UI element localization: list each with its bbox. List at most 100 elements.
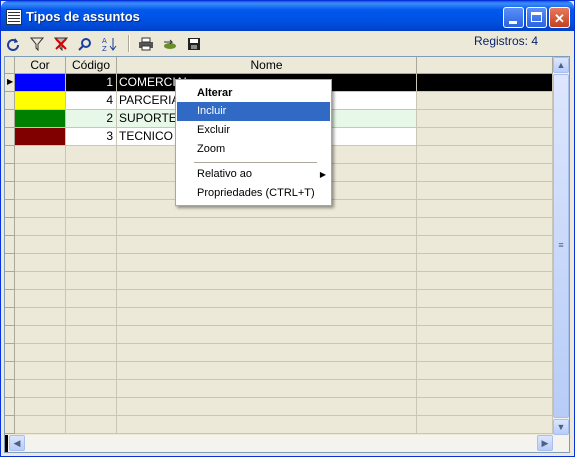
menu-item-zoom[interactable]: Zoom bbox=[177, 140, 330, 159]
cell-name[interactable] bbox=[117, 254, 417, 272]
cell-name[interactable] bbox=[117, 308, 417, 326]
row-selector[interactable] bbox=[5, 92, 15, 110]
row-selector[interactable] bbox=[5, 326, 15, 344]
cell-code[interactable] bbox=[66, 326, 117, 344]
cell-name[interactable] bbox=[117, 380, 417, 398]
row-selector[interactable] bbox=[5, 398, 15, 416]
cell-code[interactable] bbox=[66, 344, 117, 362]
maximize-button[interactable] bbox=[526, 7, 547, 28]
row-selector[interactable] bbox=[5, 290, 15, 308]
row-selector[interactable] bbox=[5, 416, 15, 434]
cell-code[interactable] bbox=[66, 236, 117, 254]
cell-code[interactable]: 1 bbox=[66, 74, 117, 92]
cell-code[interactable] bbox=[66, 362, 117, 380]
scroll-thumb[interactable]: ≡ bbox=[553, 74, 569, 418]
row-selector[interactable] bbox=[5, 236, 15, 254]
menu-item-propriedades[interactable]: Propriedades (CTRL+T) bbox=[177, 184, 330, 203]
cell-color[interactable] bbox=[15, 326, 66, 344]
row-selector[interactable] bbox=[5, 380, 15, 398]
row-selector[interactable] bbox=[5, 128, 15, 146]
menu-item-incluir[interactable]: Incluir bbox=[177, 102, 330, 121]
cell-color[interactable] bbox=[15, 164, 66, 182]
row-selector[interactable] bbox=[5, 272, 15, 290]
cell-color[interactable] bbox=[15, 362, 66, 380]
cell-color[interactable] bbox=[15, 416, 66, 434]
cell-code[interactable] bbox=[66, 254, 117, 272]
cell-code[interactable] bbox=[66, 398, 117, 416]
cell-color[interactable] bbox=[15, 200, 66, 218]
cell-code[interactable] bbox=[66, 146, 117, 164]
row-selector[interactable] bbox=[5, 164, 15, 182]
cell-code[interactable] bbox=[66, 290, 117, 308]
cell-code[interactable] bbox=[66, 182, 117, 200]
title-bar[interactable]: Tipos de assuntos ✕ bbox=[1, 1, 574, 31]
row-selector[interactable] bbox=[5, 110, 15, 128]
row-selector[interactable] bbox=[5, 362, 15, 380]
cell-color[interactable] bbox=[15, 146, 66, 164]
sort-button[interactable]: AZ bbox=[100, 35, 118, 52]
row-selector[interactable] bbox=[5, 200, 15, 218]
export-button[interactable] bbox=[161, 35, 179, 52]
cell-color[interactable] bbox=[15, 290, 66, 308]
cell-code[interactable] bbox=[66, 272, 117, 290]
cell-code[interactable] bbox=[66, 380, 117, 398]
row-selector[interactable] bbox=[5, 182, 15, 200]
cell-code[interactable]: 3 bbox=[66, 128, 117, 146]
cell-color[interactable] bbox=[15, 272, 66, 290]
cell-name[interactable] bbox=[117, 398, 417, 416]
cell-code[interactable] bbox=[66, 416, 117, 434]
menu-item-excluir[interactable]: Excluir bbox=[177, 121, 330, 140]
scroll-right-button[interactable]: ▶ bbox=[537, 435, 553, 451]
cell-name[interactable] bbox=[117, 272, 417, 290]
print-button[interactable] bbox=[137, 35, 155, 52]
row-selector[interactable]: ▶ bbox=[5, 74, 15, 92]
cell-color[interactable] bbox=[15, 308, 66, 326]
cell-color[interactable] bbox=[15, 254, 66, 272]
search-button[interactable] bbox=[76, 35, 94, 52]
cell-code[interactable]: 2 bbox=[66, 110, 117, 128]
cell-color[interactable] bbox=[15, 128, 66, 146]
cell-code[interactable] bbox=[66, 218, 117, 236]
cell-code[interactable]: 4 bbox=[66, 92, 117, 110]
cell-color[interactable] bbox=[15, 398, 66, 416]
cell-name[interactable] bbox=[117, 218, 417, 236]
close-button[interactable]: ✕ bbox=[549, 7, 570, 28]
refresh-button[interactable] bbox=[4, 35, 22, 52]
scroll-up-button[interactable]: ▲ bbox=[553, 57, 569, 73]
cell-color[interactable] bbox=[15, 74, 66, 92]
clear-filter-button[interactable] bbox=[52, 35, 70, 52]
row-selector[interactable] bbox=[5, 146, 15, 164]
cell-name[interactable] bbox=[117, 344, 417, 362]
cell-name[interactable] bbox=[117, 362, 417, 380]
row-selector[interactable] bbox=[5, 254, 15, 272]
row-selector[interactable] bbox=[5, 308, 15, 326]
cell-color[interactable] bbox=[15, 236, 66, 254]
cell-name[interactable] bbox=[117, 416, 417, 434]
cell-name[interactable] bbox=[117, 290, 417, 308]
cell-name[interactable] bbox=[117, 236, 417, 254]
row-selector[interactable] bbox=[5, 218, 15, 236]
cell-code[interactable] bbox=[66, 164, 117, 182]
cell-color[interactable] bbox=[15, 92, 66, 110]
menu-item-alterar[interactable]: Alterar bbox=[177, 84, 330, 103]
cell-code[interactable] bbox=[66, 200, 117, 218]
cell-color[interactable] bbox=[15, 182, 66, 200]
cell-color[interactable] bbox=[15, 110, 66, 128]
minimize-button[interactable] bbox=[503, 7, 524, 28]
cell-color[interactable] bbox=[15, 218, 66, 236]
cell-code[interactable] bbox=[66, 308, 117, 326]
horizontal-scrollbar[interactable]: ◀ ▶ bbox=[5, 435, 569, 452]
cell-color[interactable] bbox=[15, 344, 66, 362]
column-header-nome[interactable]: Nome bbox=[117, 57, 417, 74]
cell-name[interactable] bbox=[117, 326, 417, 344]
row-selector[interactable] bbox=[5, 344, 15, 362]
menu-item-relativo-ao[interactable]: Relativo ao ▶ bbox=[177, 165, 330, 184]
scroll-left-button[interactable]: ◀ bbox=[9, 435, 25, 451]
scroll-down-button[interactable]: ▼ bbox=[553, 419, 569, 435]
cell-color[interactable] bbox=[15, 380, 66, 398]
column-header-cor[interactable]: Cor bbox=[15, 57, 66, 74]
column-header-codigo[interactable]: Código bbox=[66, 57, 117, 74]
filter-button[interactable] bbox=[28, 35, 46, 52]
vertical-scrollbar[interactable]: ▲ ≡ ▼ bbox=[553, 57, 569, 435]
save-button[interactable] bbox=[185, 35, 203, 52]
